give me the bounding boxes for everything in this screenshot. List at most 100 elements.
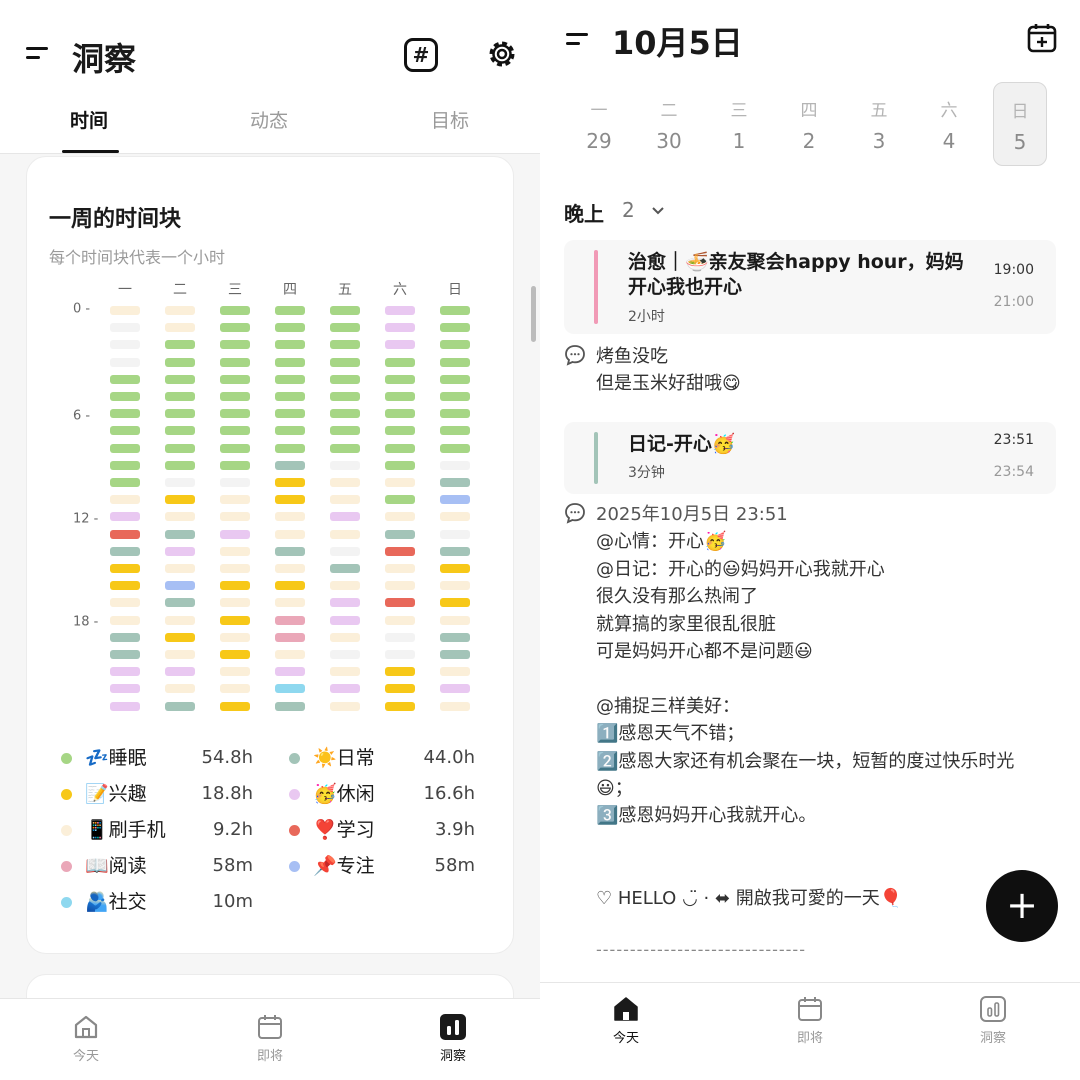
time-block xyxy=(440,615,470,625)
stats-icon xyxy=(440,1014,466,1040)
legend-item: ☀️日常 44.0h xyxy=(289,743,475,773)
hour-axis-label: 6 - xyxy=(73,408,91,424)
time-block xyxy=(385,426,415,436)
time-block xyxy=(385,546,415,556)
day-label: 二 xyxy=(173,282,187,298)
time-block xyxy=(165,632,195,642)
time-block xyxy=(165,701,195,711)
time-block xyxy=(220,357,250,367)
legend-color-dot xyxy=(289,861,300,872)
time-block xyxy=(165,392,195,401)
week-date: 5 xyxy=(1013,130,1027,154)
time-block xyxy=(110,323,140,333)
nav-upcoming[interactable]: 即将 xyxy=(230,1013,310,1064)
time-block xyxy=(275,495,305,505)
time-block xyxy=(275,512,305,522)
nav-today[interactable]: 今天 xyxy=(586,995,666,1046)
note-line: @捕捉三样美好： xyxy=(596,695,740,717)
week-date: 4 xyxy=(942,129,956,153)
week-day[interactable]: 一 29 xyxy=(572,82,626,166)
add-event-button[interactable]: + xyxy=(986,870,1058,942)
tag-hash-button[interactable]: # xyxy=(404,38,438,72)
week-day[interactable]: 五3 xyxy=(852,82,906,166)
event-color-bar xyxy=(594,250,598,324)
legend-item: ❣️学习 3.9h xyxy=(289,815,475,845)
weekly-time-blocks-card: 一周的时间块 每个时间块代表一个小时 一 二 三 四 五 六 日 0 - 6 -… xyxy=(26,156,514,954)
time-block xyxy=(330,529,360,539)
time-block xyxy=(165,374,195,384)
time-block xyxy=(385,478,415,487)
nav-insights[interactable]: 洞察 xyxy=(953,995,1033,1046)
hour-axis-label: 0 - xyxy=(73,301,91,317)
week-date: 3 xyxy=(872,129,886,153)
tab-goals[interactable]: 目标 xyxy=(431,106,469,133)
time-block xyxy=(330,615,360,625)
event-card[interactable]: 日记-开心🥳 3分钟 23:51 23:54 xyxy=(564,422,1056,494)
legend-item: 📱刷手机 9.2h xyxy=(61,815,253,845)
time-block xyxy=(220,615,250,625)
time-block xyxy=(385,306,415,315)
menu-icon[interactable] xyxy=(566,30,592,50)
event-end-time: 21:00 xyxy=(993,294,1034,310)
time-block xyxy=(110,374,140,384)
event-duration: 3分钟 xyxy=(628,465,665,481)
add-calendar-icon[interactable] xyxy=(1026,22,1058,54)
time-block xyxy=(330,632,360,642)
time-block xyxy=(110,357,140,367)
legend-color-dot xyxy=(289,753,300,764)
time-block xyxy=(110,701,140,711)
time-block xyxy=(275,564,305,573)
time-block xyxy=(330,392,360,401)
event-card[interactable]: 治愈｜🍜亲友聚会happy hour，妈妈 开心我也开心 2小时 19:00 2… xyxy=(564,240,1056,334)
time-block xyxy=(275,460,305,470)
day-label: 一 xyxy=(118,282,132,298)
time-block xyxy=(220,478,250,487)
scrollbar[interactable] xyxy=(531,286,536,342)
day-label: 四 xyxy=(283,282,297,298)
hour-axis-label: 18 - xyxy=(73,614,99,630)
time-block xyxy=(385,615,415,625)
note-separator: ------------------------------- xyxy=(596,940,806,959)
time-block xyxy=(220,650,250,659)
time-block xyxy=(330,340,360,350)
tab-time[interactable]: 时间 xyxy=(70,106,108,133)
time-block xyxy=(330,598,360,608)
time-block xyxy=(220,684,250,694)
time-block xyxy=(275,409,305,419)
comment-icon xyxy=(565,503,585,524)
week-day[interactable]: 日5 xyxy=(993,82,1047,166)
week-day[interactable]: 四2 xyxy=(782,82,836,166)
week-dow: 四 xyxy=(800,101,818,121)
time-block xyxy=(440,426,470,436)
time-block xyxy=(440,495,470,505)
week-day[interactable]: 二 30 xyxy=(642,82,696,166)
time-block xyxy=(385,409,415,419)
time-block xyxy=(110,684,140,694)
time-block xyxy=(220,495,250,505)
note-footer-line: ♡ HELLO ◡̈ · ⬌ 開啟我可愛的一天🎈 xyxy=(596,888,903,909)
nav-label: 即将 xyxy=(256,1049,283,1064)
nav-today[interactable]: 今天 xyxy=(46,1013,126,1064)
time-block xyxy=(220,598,250,608)
nav-upcoming[interactable]: 即将 xyxy=(770,995,850,1046)
time-block xyxy=(330,546,360,556)
time-block xyxy=(110,615,140,625)
nav-insights[interactable]: 洞察 xyxy=(413,1013,493,1064)
menu-icon[interactable] xyxy=(26,44,52,64)
week-day[interactable]: 三1 xyxy=(712,82,766,166)
legend-item: 📖阅读 58m xyxy=(61,851,253,881)
chevron-down-icon[interactable] xyxy=(648,200,668,220)
time-block xyxy=(110,409,140,419)
calendar-icon xyxy=(798,997,822,1021)
tab-activity[interactable]: 动态 xyxy=(250,106,288,133)
card-title: 一周的时间块 xyxy=(49,207,182,232)
note-line: 😃； xyxy=(596,778,633,799)
time-block xyxy=(275,546,305,556)
gear-icon[interactable] xyxy=(484,36,520,72)
legend-value: 18.8h xyxy=(201,783,254,804)
week-day[interactable]: 六4 xyxy=(922,82,976,166)
day-label: 三 xyxy=(228,282,242,298)
time-block xyxy=(385,374,415,384)
time-block xyxy=(330,478,360,487)
time-block xyxy=(275,701,305,711)
